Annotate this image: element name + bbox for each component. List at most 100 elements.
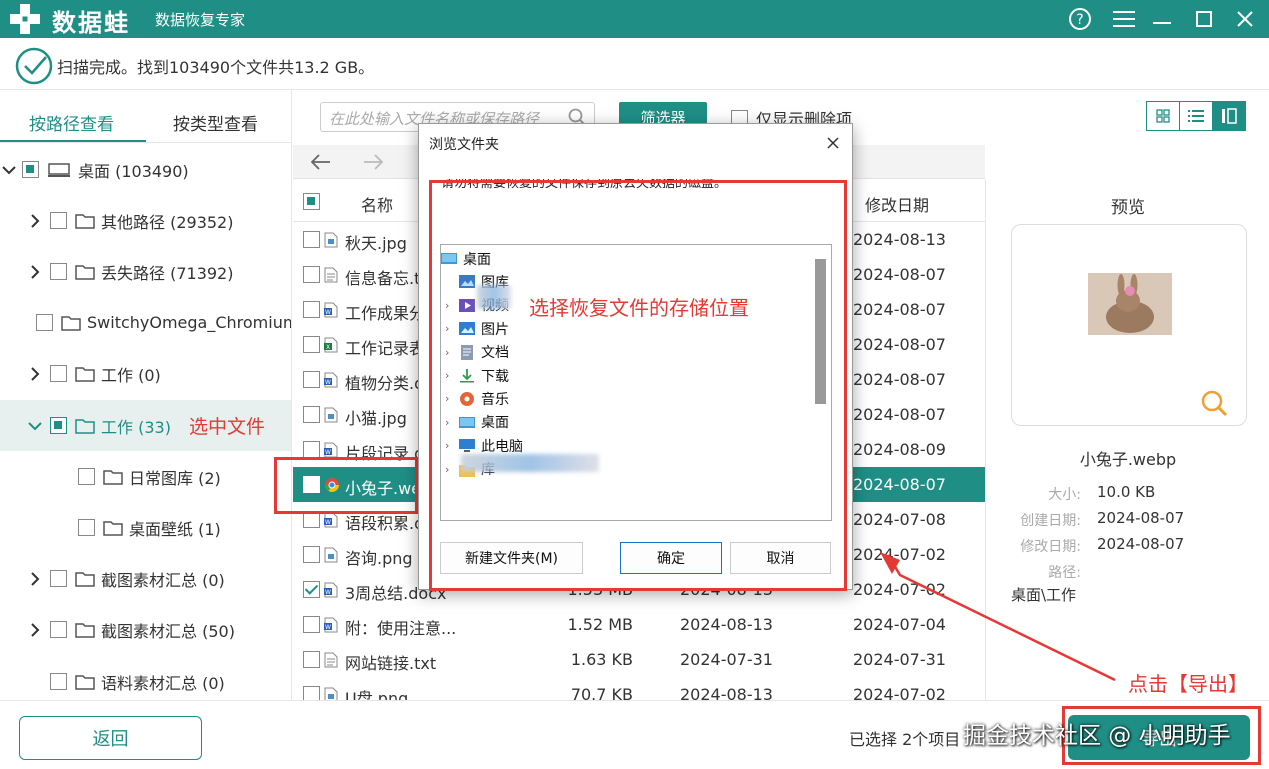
folder-icon (75, 366, 95, 382)
chevron-right-icon[interactable] (28, 264, 42, 279)
tree-item-other-paths[interactable]: 其他路径 (29352) (0, 195, 291, 246)
tree-checkbox[interactable] (50, 417, 67, 434)
svg-text:W: W (325, 624, 331, 631)
tree-item-desktop[interactable]: 桌面 (103490) (0, 144, 291, 195)
tree-item-screenshot-0[interactable]: 截图素材汇总 (0) (0, 553, 291, 604)
tree-item-lost-paths[interactable]: 丢失路径 (71392) (0, 246, 291, 297)
folder-icon (75, 571, 95, 587)
file-name: 信息备忘.t (345, 269, 421, 288)
click-export-annotation: 点击【导出】 (1128, 672, 1248, 696)
back-arrow-icon[interactable] (311, 153, 331, 171)
chevron-right-icon[interactable] (28, 622, 42, 637)
tree-item-label: 截图素材汇总 (0) (101, 570, 225, 590)
select-all-checkbox[interactable] (303, 193, 320, 210)
tree-checkbox[interactable] (78, 468, 95, 485)
desktop-drive-icon (48, 162, 70, 177)
file-modified-date: 2024-08-07 (853, 335, 946, 354)
detail-view-icon (1222, 108, 1237, 124)
file-checkbox[interactable] (303, 301, 320, 318)
tree-item-label: 语料素材汇总 (0) (101, 673, 225, 693)
tree-checkbox[interactable] (22, 161, 39, 178)
tab-divider (0, 142, 291, 143)
tree-checkbox[interactable] (50, 263, 67, 280)
word-file-icon: W (324, 617, 338, 633)
minimize-icon (1153, 22, 1171, 24)
grid-view-button[interactable] (1147, 102, 1180, 130)
file-checkbox[interactable] (303, 441, 320, 458)
tree-item-label: 日常图库 (2) (129, 468, 221, 488)
file-checkbox[interactable] (303, 371, 320, 388)
file-checkbox[interactable] (303, 651, 320, 668)
file-checkbox[interactable] (303, 616, 320, 633)
select-file-annotation: 选中文件 (188, 416, 265, 438)
minimize-button[interactable] (1147, 4, 1177, 34)
file-modified-date: 2024-08-09 (853, 440, 946, 459)
detail-view-button[interactable] (1213, 102, 1245, 130)
folder-icon (75, 418, 95, 434)
file-checkbox[interactable] (303, 406, 320, 423)
maximize-icon (1196, 11, 1212, 27)
chevron-down-icon[interactable] (28, 419, 42, 433)
file-name: 附：使用注意... (345, 619, 457, 638)
chevron-right-icon[interactable] (28, 571, 42, 586)
close-button[interactable] (1230, 4, 1260, 34)
dialog-close-icon[interactable] (823, 133, 843, 153)
file-checkbox[interactable] (303, 336, 320, 353)
meta-created-label: 创建日期: (1020, 513, 1081, 529)
help-icon: ? (1069, 8, 1091, 30)
tree-item-corpus[interactable]: 语料素材汇总 (0) (0, 656, 291, 700)
selected-file-highlight (274, 457, 418, 514)
word-file-icon: W (324, 582, 338, 598)
rabbit-thumbnail (1088, 273, 1172, 335)
tree-item-label: 截图素材汇总 (50) (101, 621, 235, 641)
tab-by-type[interactable]: 按类型查看 (173, 110, 258, 135)
zoom-preview-icon[interactable] (1200, 389, 1228, 417)
tree-checkbox[interactable] (50, 365, 67, 382)
tree-checkbox[interactable] (36, 314, 53, 331)
watermark: 掘金技术社区 @ 小明助手 (963, 723, 1231, 749)
app-logo-icon (10, 4, 40, 34)
tree-item-work-33[interactable]: 工作 (33) 选中文件 (0, 400, 291, 451)
help-button[interactable]: ? (1065, 4, 1095, 34)
preview-title: 预览 (1111, 198, 1145, 218)
column-header-modified[interactable]: 修改日期 (865, 192, 929, 216)
file-checkbox[interactable] (303, 581, 320, 598)
text-file-icon (324, 652, 338, 668)
file-checkbox[interactable] (303, 546, 320, 563)
tree-item-wallpaper[interactable]: 桌面壁纸 (1) (0, 502, 291, 553)
tree-checkbox[interactable] (78, 519, 95, 536)
tree-item-daily-gallery[interactable]: 日常图库 (2) (0, 451, 291, 502)
tree-item-label: 其他路径 (29352) (101, 212, 234, 232)
chevron-down-icon[interactable] (2, 163, 16, 177)
chevron-right-icon[interactable] (28, 213, 42, 228)
tree-checkbox[interactable] (50, 673, 67, 690)
forward-arrow-icon[interactable] (363, 153, 383, 171)
column-header-name[interactable]: 名称 (361, 192, 393, 216)
file-checkbox[interactable] (303, 266, 320, 283)
app-name: 数据蛙 (52, 9, 130, 37)
scan-status-text: 扫描完成。找到103490个文件共13.2 GB。 (57, 58, 375, 77)
back-button[interactable]: 返回 (19, 716, 202, 760)
tree-item-switchyomega[interactable]: SwitchyOmega_Chromium (0, 297, 291, 348)
chevron-right-icon[interactable] (28, 366, 42, 381)
image-file-icon (324, 407, 338, 423)
tree-checkbox[interactable] (50, 570, 67, 587)
tree-item-work-0[interactable]: 工作 (0) (0, 348, 291, 399)
tree-item-screenshot-50[interactable]: 截图素材汇总 (50) (0, 604, 291, 655)
image-file-icon (324, 547, 338, 563)
file-size: 1.63 KB (570, 650, 633, 669)
tab-by-path[interactable]: 按路径查看 (29, 110, 114, 135)
close-icon (1237, 11, 1253, 27)
file-checkbox[interactable] (303, 231, 320, 248)
menu-button[interactable] (1109, 4, 1139, 34)
meta-size-label: 大小: (1048, 487, 1081, 503)
tree-checkbox[interactable] (50, 621, 67, 638)
maximize-button[interactable] (1189, 4, 1219, 34)
tree-item-label: 桌面壁纸 (1) (129, 519, 221, 539)
annotation-arrow (880, 552, 1116, 682)
file-size: 1.52 MB (567, 615, 634, 634)
file-created-date: 2024-07-31 (680, 650, 773, 669)
list-view-button[interactable] (1180, 102, 1213, 130)
svg-text:W: W (325, 309, 331, 316)
tree-checkbox[interactable] (50, 212, 67, 229)
